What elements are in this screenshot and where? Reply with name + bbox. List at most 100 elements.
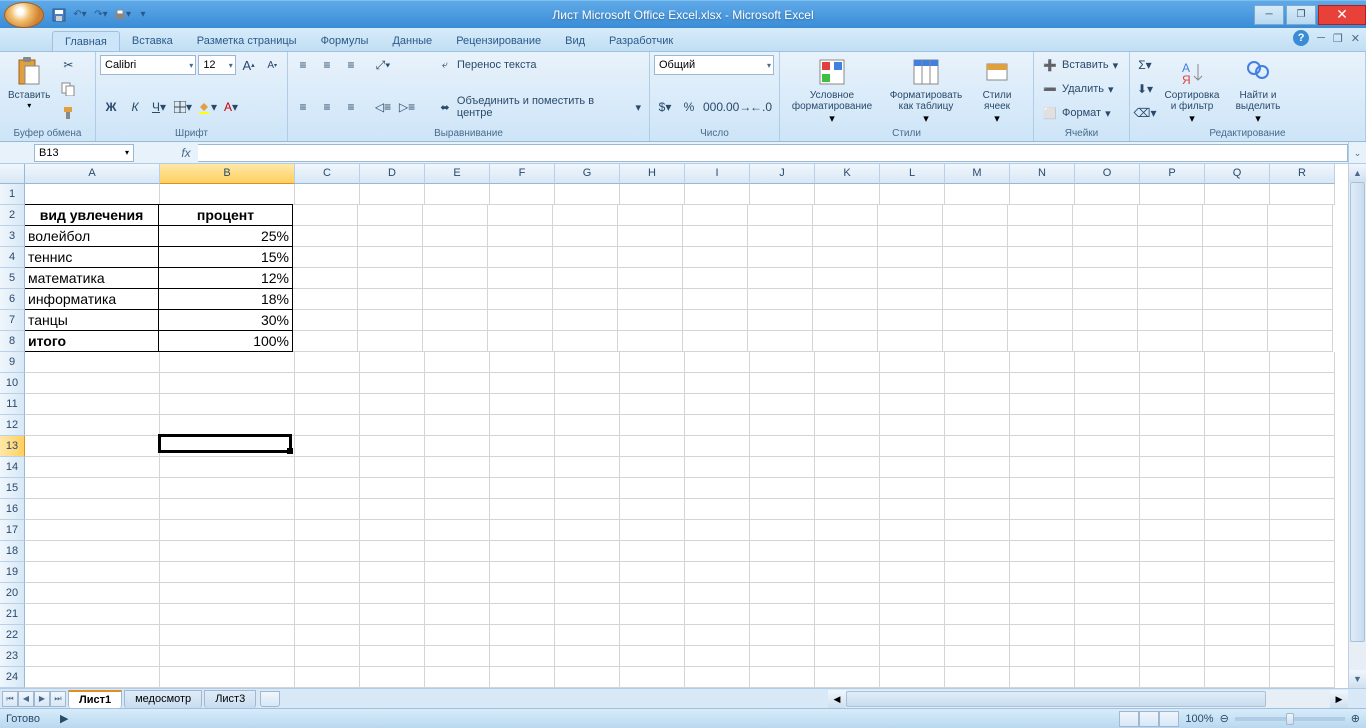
- cell-Q14[interactable]: [1205, 457, 1270, 478]
- cell-E14[interactable]: [425, 457, 490, 478]
- cell-N15[interactable]: [1010, 478, 1075, 499]
- cell-L21[interactable]: [880, 604, 945, 625]
- cell-M1[interactable]: [945, 184, 1010, 205]
- mdi-minimize-icon[interactable]: ─: [1317, 32, 1325, 44]
- cell-B10[interactable]: [160, 373, 295, 394]
- mdi-restore-icon[interactable]: ❐: [1333, 32, 1343, 45]
- cell-K19[interactable]: [815, 562, 880, 583]
- cell-M3[interactable]: [943, 226, 1008, 247]
- cell-F3[interactable]: [488, 226, 553, 247]
- cell-H7[interactable]: [618, 310, 683, 331]
- zoom-out-icon[interactable]: ⊖: [1220, 712, 1229, 725]
- row-header-3[interactable]: 3: [0, 226, 25, 247]
- undo-icon[interactable]: ↶▾: [71, 6, 89, 24]
- cell-B12[interactable]: [160, 415, 295, 436]
- formula-input[interactable]: [198, 144, 1348, 162]
- cell-H23[interactable]: [620, 646, 685, 667]
- cell-R22[interactable]: [1270, 625, 1335, 646]
- cell-B11[interactable]: [160, 394, 295, 415]
- cell-R12[interactable]: [1270, 415, 1335, 436]
- cell-I1[interactable]: [685, 184, 750, 205]
- cell-C9[interactable]: [295, 352, 360, 373]
- cell-H12[interactable]: [620, 415, 685, 436]
- cell-I11[interactable]: [685, 394, 750, 415]
- cell-P21[interactable]: [1140, 604, 1205, 625]
- cell-I15[interactable]: [685, 478, 750, 499]
- cell-I13[interactable]: [685, 436, 750, 457]
- cell-K11[interactable]: [815, 394, 880, 415]
- cell-Q20[interactable]: [1205, 583, 1270, 604]
- cell-E24[interactable]: [425, 667, 490, 688]
- cell-J2[interactable]: [748, 205, 813, 226]
- col-header-A[interactable]: A: [25, 164, 160, 184]
- tab-вид[interactable]: Вид: [553, 31, 597, 51]
- cell-E7[interactable]: [423, 310, 488, 331]
- cell-D17[interactable]: [360, 520, 425, 541]
- cell-A20[interactable]: [25, 583, 160, 604]
- cell-Q21[interactable]: [1205, 604, 1270, 625]
- cell-M6[interactable]: [943, 289, 1008, 310]
- cell-F7[interactable]: [488, 310, 553, 331]
- zoom-in-icon[interactable]: ⊕: [1351, 712, 1360, 725]
- zoom-level[interactable]: 100%: [1185, 713, 1213, 725]
- cell-J23[interactable]: [750, 646, 815, 667]
- orientation-icon[interactable]: ⤢▾: [372, 54, 394, 76]
- cell-H11[interactable]: [620, 394, 685, 415]
- cell-C6[interactable]: [293, 289, 358, 310]
- cell-R15[interactable]: [1270, 478, 1335, 499]
- cell-E13[interactable]: [425, 436, 490, 457]
- cell-F6[interactable]: [488, 289, 553, 310]
- cell-A14[interactable]: [25, 457, 160, 478]
- cell-Q12[interactable]: [1205, 415, 1270, 436]
- cell-O7[interactable]: [1073, 310, 1138, 331]
- cell-G8[interactable]: [553, 331, 618, 352]
- cell-I7[interactable]: [683, 310, 748, 331]
- row-header-4[interactable]: 4: [0, 247, 25, 268]
- fill-icon[interactable]: ⬇▾: [1134, 78, 1156, 100]
- cell-L5[interactable]: [878, 268, 943, 289]
- sheet-tab-медосмотр[interactable]: медосмотр: [124, 690, 202, 708]
- cell-H20[interactable]: [620, 583, 685, 604]
- cell-I24[interactable]: [685, 667, 750, 688]
- cell-J17[interactable]: [750, 520, 815, 541]
- cell-H8[interactable]: [618, 331, 683, 352]
- cell-I19[interactable]: [685, 562, 750, 583]
- cell-G3[interactable]: [553, 226, 618, 247]
- cell-L23[interactable]: [880, 646, 945, 667]
- cell-E18[interactable]: [425, 541, 490, 562]
- cell-P18[interactable]: [1140, 541, 1205, 562]
- cell-H3[interactable]: [618, 226, 683, 247]
- cell-L1[interactable]: [880, 184, 945, 205]
- cell-L8[interactable]: [878, 331, 943, 352]
- cell-F1[interactable]: [490, 184, 555, 205]
- cell-E20[interactable]: [425, 583, 490, 604]
- cell-M23[interactable]: [945, 646, 1010, 667]
- col-header-L[interactable]: L: [880, 164, 945, 184]
- cell-A3[interactable]: волейбол: [25, 225, 159, 247]
- row-header-19[interactable]: 19: [0, 562, 25, 583]
- cell-J9[interactable]: [750, 352, 815, 373]
- cell-N5[interactable]: [1008, 268, 1073, 289]
- cell-G13[interactable]: [555, 436, 620, 457]
- cell-B13[interactable]: [160, 436, 295, 457]
- cell-R8[interactable]: [1268, 331, 1333, 352]
- cell-I8[interactable]: [683, 331, 748, 352]
- cell-G23[interactable]: [555, 646, 620, 667]
- col-header-D[interactable]: D: [360, 164, 425, 184]
- cell-D15[interactable]: [360, 478, 425, 499]
- copy-icon[interactable]: [57, 78, 79, 100]
- cell-A7[interactable]: танцы: [25, 309, 159, 331]
- cell-B18[interactable]: [160, 541, 295, 562]
- tab-формулы[interactable]: Формулы: [309, 31, 381, 51]
- cell-L2[interactable]: [878, 205, 943, 226]
- cell-O22[interactable]: [1075, 625, 1140, 646]
- cell-C12[interactable]: [295, 415, 360, 436]
- cell-H6[interactable]: [618, 289, 683, 310]
- cell-A9[interactable]: [25, 352, 160, 373]
- cell-C5[interactable]: [293, 268, 358, 289]
- cell-D3[interactable]: [358, 226, 423, 247]
- cell-L15[interactable]: [880, 478, 945, 499]
- cell-L10[interactable]: [880, 373, 945, 394]
- col-header-C[interactable]: C: [295, 164, 360, 184]
- cell-K24[interactable]: [815, 667, 880, 688]
